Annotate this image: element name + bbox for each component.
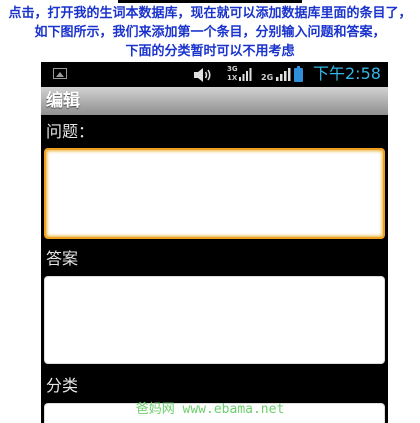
- signal-icon: [239, 68, 252, 81]
- instruction-caption: 点击，打开我的生词本数据库，现在就可以添加数据库里面的条目了， 如下图所示，我们…: [0, 4, 420, 61]
- status-clock: 下午2:58: [313, 64, 381, 83]
- phone-screen: 3G 1X 2G 下午2:58 编辑 问题： 答案 分类: [41, 62, 388, 423]
- caption-line-3: 下面的分类暂时可以不用考虑: [125, 44, 295, 59]
- answer-input[interactable]: [44, 276, 385, 364]
- network-3g-label: 3G: [227, 65, 238, 73]
- top-divider: [118, 0, 302, 3]
- caption-line-2: 如下图所示，我们来添加第一个条目，分别输入问题和答案，: [34, 25, 386, 40]
- signal-icon-2: [276, 68, 291, 81]
- status-bar: 3G 1X 2G 下午2:58: [41, 62, 388, 87]
- app-title-bar: 编辑: [41, 87, 388, 115]
- answer-label: 答案: [46, 249, 79, 268]
- network-1x-label: 1X: [227, 74, 238, 82]
- picture-icon: [53, 68, 67, 79]
- site-watermark: 爸妈网 www.ebama.net: [135, 402, 285, 417]
- question-input[interactable]: [44, 148, 385, 239]
- speaker-icon: [194, 68, 211, 82]
- category-label: 分类: [46, 376, 79, 395]
- page-title: 编辑: [46, 91, 80, 111]
- caption-line-1: 点击，打开我的生词本数据库，现在就可以添加数据库里面的条目了，: [8, 6, 412, 21]
- network-2g-label: 2G: [261, 73, 274, 82]
- battery-icon: [294, 66, 303, 82]
- question-label: 问题：: [46, 122, 95, 141]
